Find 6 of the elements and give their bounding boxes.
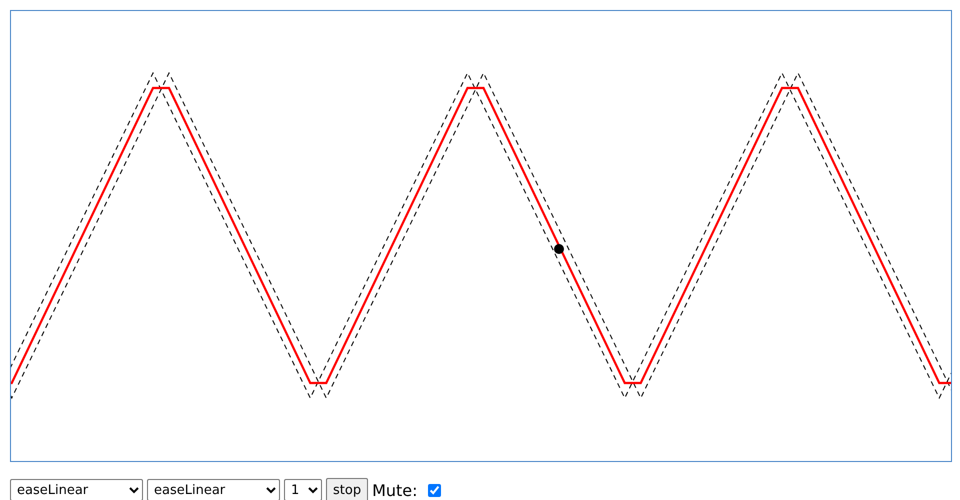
ease-dropdown[interactable]: easeLinear (147, 479, 280, 500)
mute-checkbox[interactable] (428, 484, 441, 496)
mute-label: Mute: (372, 480, 418, 500)
count-dropdown[interactable]: 1 (284, 479, 322, 500)
ease-dropdown[interactable]: easeLinear (10, 479, 143, 500)
stop-button[interactable]: stop (326, 478, 368, 500)
